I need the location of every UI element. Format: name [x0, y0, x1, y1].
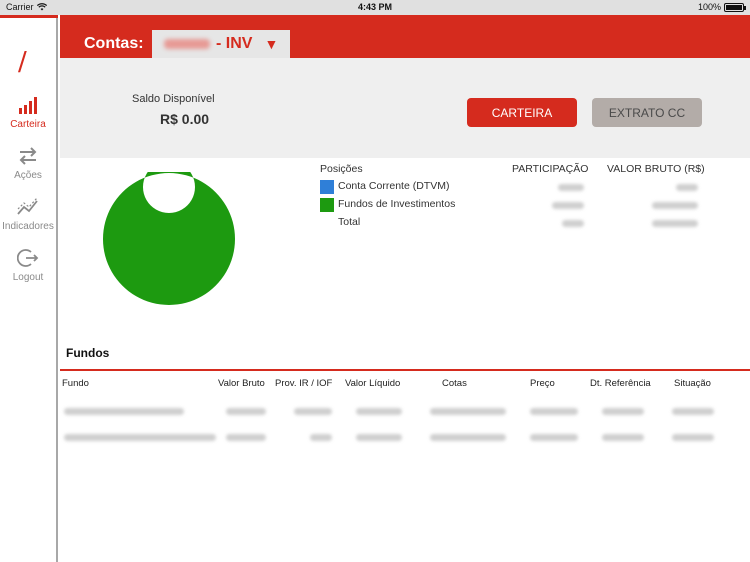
sidebar-item-indicadores[interactable]: Indicadores — [0, 197, 56, 232]
redacted-cell — [530, 408, 578, 415]
col-valor-bruto: Valor Bruto — [218, 378, 265, 389]
legend-swatch — [320, 180, 334, 194]
sidebar: / Carteira Ações Indicadores Logout — [0, 15, 58, 562]
redacted-cell — [226, 434, 266, 441]
positions-row: Total — [320, 216, 720, 234]
positions-header-row: Posições PARTICIPAÇÃO VALOR BRUTO (R$) — [320, 163, 720, 181]
col-prov-ir-iof: Prov. IR / IOF — [275, 378, 333, 389]
redacted-cell — [430, 434, 506, 441]
sidebar-item-logout[interactable]: Logout — [0, 248, 56, 283]
positions-row: Fundos de Investimentos — [320, 198, 720, 216]
fundos-divider — [60, 369, 750, 371]
participacao-header: PARTICIPAÇÃO — [512, 163, 589, 175]
redacted-value — [552, 202, 584, 209]
sidebar-top-accent — [0, 15, 58, 18]
redacted-cell — [356, 408, 402, 415]
redacted-cell — [226, 408, 266, 415]
saldo-label: Saldo Disponível — [132, 93, 215, 105]
redacted-cell — [672, 434, 714, 441]
table-row[interactable] — [60, 404, 750, 420]
col-situacao: Situação — [674, 378, 711, 389]
account-number-redacted — [164, 39, 210, 49]
positions-table: Posições PARTICIPAÇÃO VALOR BRUTO (R$) C… — [320, 160, 720, 240]
carteira-button[interactable]: CARTEIRA — [467, 98, 577, 127]
donut-slice-fundos-de-investimentos — [103, 172, 235, 305]
contas-label: Contas: — [84, 35, 144, 52]
redacted-value — [652, 202, 698, 209]
top-header: Contas: - INV ▼ — [60, 15, 750, 58]
col-valor-liquido: Valor Líquido — [345, 378, 401, 389]
bar-chart-icon — [19, 97, 37, 114]
sidebar-item-carteira[interactable]: Carteira — [0, 95, 56, 130]
extrato-cc-button[interactable]: EXTRATO CC — [592, 98, 702, 127]
sidebar-item-label: Logout — [12, 272, 44, 283]
sidebar-item-label: Ações — [14, 170, 42, 181]
col-fundo: Fundo — [62, 378, 89, 389]
redacted-cell — [294, 408, 332, 415]
sidebar-item-label: Indicadores — [2, 221, 54, 232]
app-logo: / — [18, 47, 27, 77]
redacted-cell — [672, 408, 714, 415]
position-label: Fundos de Investimentos — [338, 198, 456, 210]
transfer-arrows-icon — [19, 147, 37, 165]
status-time: 4:43 PM — [357, 2, 392, 12]
position-label: Conta Corrente (DTVM) — [338, 180, 450, 192]
battery-percent: 100% — [697, 2, 721, 12]
redacted-cell — [310, 434, 332, 441]
col-preco: Preço — [530, 378, 555, 389]
saldo-value: R$ 0.00 — [160, 111, 210, 127]
redacted-cell — [602, 434, 644, 441]
position-label: Total — [338, 216, 361, 228]
legend-swatch — [320, 198, 334, 212]
saldo-panel: Saldo Disponível R$ 0.00 CARTEIRA EXTRAT… — [60, 58, 750, 158]
redacted-value — [558, 184, 584, 191]
posicoes-header: Posições — [320, 163, 363, 175]
table-row[interactable] — [60, 430, 750, 446]
redacted-cell — [602, 408, 644, 415]
redacted-value — [562, 220, 584, 227]
battery-icon — [724, 2, 746, 12]
redacted-value — [652, 220, 698, 227]
logout-icon — [17, 249, 39, 267]
redacted-cell — [64, 408, 184, 415]
status-bar: Carrier 4:43 PM 100% — [0, 0, 750, 15]
app-root: Carrier 4:43 PM 100% / Carteira Ações In… — [0, 0, 750, 562]
valor-bruto-header: VALOR BRUTO (R$) — [607, 163, 705, 175]
col-dt-referencia: Dt. Referência — [590, 378, 651, 389]
redacted-cell — [430, 408, 506, 415]
account-selector[interactable]: - INV ▼ — [152, 30, 290, 58]
col-cotas: Cotas — [442, 378, 467, 389]
fundos-title: Fundos — [66, 346, 110, 360]
sidebar-item-acoes[interactable]: Ações — [0, 146, 56, 181]
positions-donut-chart — [103, 172, 235, 305]
account-suffix: - INV — [216, 35, 253, 52]
positions-row: Conta Corrente (DTVM) — [320, 180, 720, 198]
trend-line-icon — [17, 197, 38, 215]
sidebar-item-label: Carteira — [10, 119, 46, 130]
redacted-cell — [530, 434, 578, 441]
status-right: 100% — [697, 2, 746, 12]
redacted-cell — [64, 434, 216, 441]
redacted-value — [676, 184, 698, 191]
redacted-cell — [356, 434, 402, 441]
chevron-down-icon: ▼ — [264, 36, 279, 52]
